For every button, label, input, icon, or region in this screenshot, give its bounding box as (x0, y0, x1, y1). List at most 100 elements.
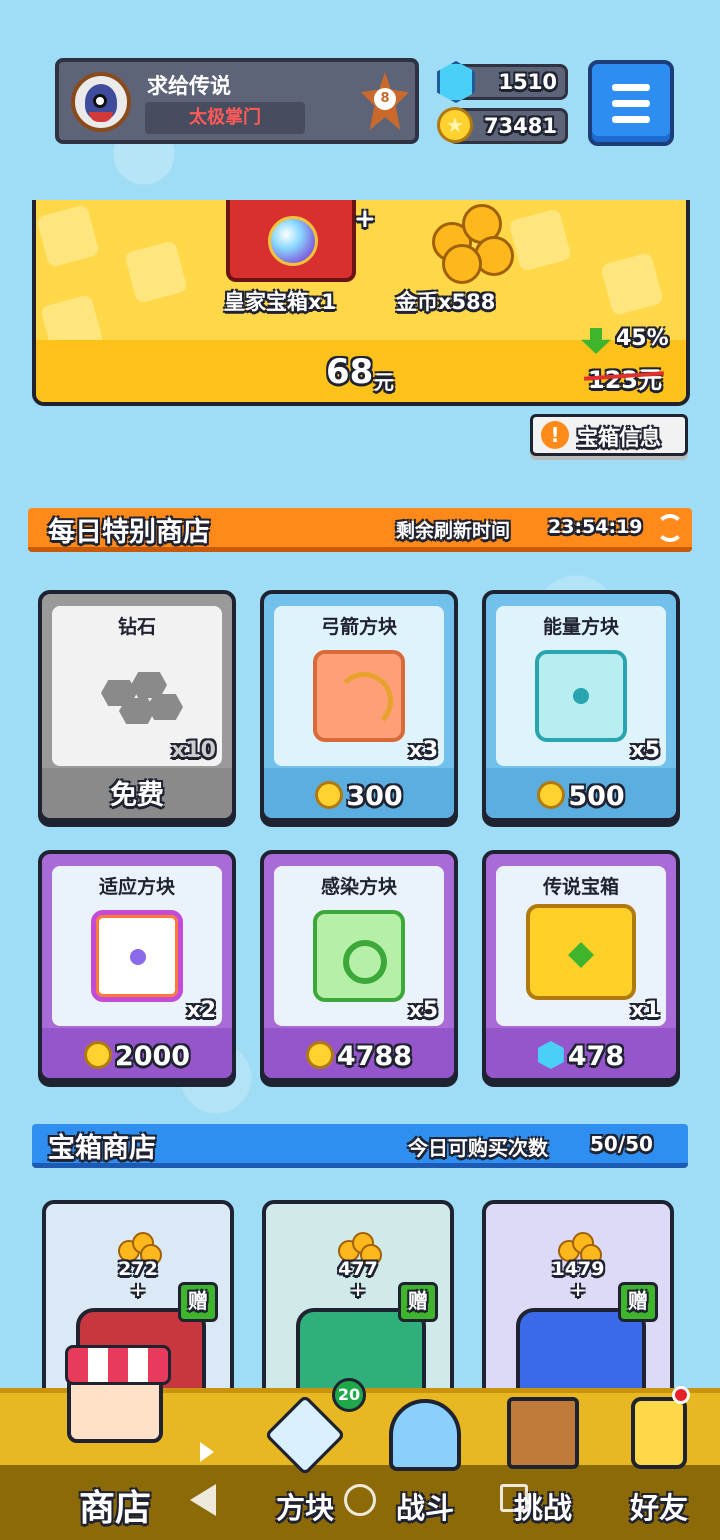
nav-tab-challenge[interactable]: 挑战 (488, 1393, 598, 1540)
shop-item-diamond[interactable]: 钻石 x10 免费 (38, 590, 236, 822)
discount-percent: 45% (616, 326, 669, 351)
refresh-icon[interactable] (656, 514, 684, 542)
offer-item-label: 皇家宝箱x1 (224, 290, 337, 314)
item-quantity: x2 (186, 998, 217, 1023)
item-quantity: x5 (630, 738, 661, 763)
gem-icon (437, 61, 475, 103)
shield-sword-icon (389, 1399, 461, 1471)
chest-orb (268, 216, 318, 266)
diamond-ore-icon (91, 650, 183, 742)
menu-line-icon (612, 116, 650, 123)
item-name: 感染方块 (320, 876, 397, 898)
nav-label: 战斗 (395, 1491, 454, 1525)
dice-decoration (124, 240, 188, 304)
player-name: 求给传说 (147, 74, 231, 98)
nav-tab-battle[interactable]: 战斗 (370, 1393, 480, 1540)
chest-info-button[interactable]: ! 宝箱信息 (530, 414, 688, 456)
item-name: 钻石 (117, 616, 156, 638)
rank-number: 8 (374, 88, 396, 110)
system-back-icon[interactable] (190, 1484, 216, 1516)
dice-decoration (600, 252, 664, 316)
item-name: 弓箭方块 (320, 616, 397, 638)
chest-coin-amount: 272 (118, 1258, 158, 1280)
info-icon: ! (541, 421, 569, 449)
offer-price: 68 (326, 352, 374, 392)
chest-offer-3[interactable]: 1479 + 赠 (482, 1200, 674, 1420)
offer-price-unit: 元 (374, 370, 394, 394)
coin-icon (305, 1041, 334, 1069)
gem-count: 1510 (498, 70, 557, 94)
price-value: 4788 (336, 1041, 413, 1072)
adapt-block-icon (91, 910, 183, 1002)
item-quantity: x3 (408, 738, 439, 763)
item-quantity: x10 (171, 738, 216, 763)
item-quantity: x5 (408, 998, 439, 1023)
system-recents-icon[interactable] (500, 1484, 528, 1512)
item-price: 4788 (264, 1041, 454, 1072)
avatar-mouth (89, 112, 113, 122)
coin-pile-icon (422, 200, 522, 284)
chest-shop-title: 宝箱商店 (48, 1133, 156, 1164)
bow-block-icon (313, 650, 405, 742)
menu-button[interactable] (588, 60, 674, 146)
legend-chest-icon (526, 904, 636, 1000)
price-value: 478 (567, 1041, 625, 1072)
shop-item-adapt-block[interactable]: 适应方块 x2 2000 (38, 850, 236, 1082)
price-value: 2000 (114, 1041, 191, 1072)
shop-item-bow-block[interactable]: 弓箭方块 x3 300 (260, 590, 458, 822)
item-quantity: x1 (630, 998, 661, 1023)
daily-shop-header: 每日特别商店 剩余刷新时间 23:54:19 (28, 508, 692, 552)
coin-balance[interactable]: ★ 73481 (437, 107, 568, 144)
player-profile-panel[interactable]: 求给传说 太极掌门 8 (55, 58, 419, 144)
coin-icon (315, 781, 344, 809)
nav-label: 商店 (78, 1488, 151, 1529)
nav-label: 方块 (275, 1491, 334, 1525)
coin-icon (83, 1041, 112, 1069)
bottom-navigation: 商店 方块 战斗 挑战 好友 (0, 1345, 720, 1540)
coin-icon: ★ (437, 107, 473, 143)
coin-icon (537, 781, 566, 809)
purchase-limit-label: 今日可购买次数 (408, 1136, 548, 1160)
item-price: 2000 (42, 1041, 232, 1072)
energy-block-icon (535, 650, 627, 742)
shop-item-legend-chest[interactable]: 传说宝箱 x1 478 (482, 850, 680, 1082)
play-arrow-icon[interactable] (200, 1442, 214, 1462)
price-value: 300 (346, 781, 403, 812)
nav-tab-shop[interactable]: 商店 (40, 1345, 190, 1540)
item-name: 传说宝箱 (542, 876, 619, 898)
avatar-eye (93, 94, 107, 108)
nav-tab-blocks[interactable]: 方块 (250, 1393, 360, 1540)
item-name: 能量方块 (542, 616, 619, 638)
shop-stall-icon (65, 1345, 171, 1443)
block-cube-icon (264, 1394, 346, 1476)
friend-character-icon (631, 1397, 687, 1469)
purchase-limit-value: 50/50 (590, 1132, 653, 1156)
menu-line-icon (612, 84, 650, 91)
blocks-count-badge: 20 (332, 1378, 366, 1412)
royal-chest-icon (226, 200, 356, 282)
gem-icon (537, 1041, 564, 1069)
castle-gate-icon (507, 1397, 579, 1469)
gift-badge: 赠 (618, 1282, 658, 1322)
offer-item-label: 金币x588 (396, 290, 496, 314)
gem-balance[interactable]: 1510 (437, 61, 568, 103)
system-home-icon[interactable] (344, 1484, 376, 1516)
notification-dot (672, 1386, 690, 1404)
plus-sign: + (354, 204, 376, 234)
item-price: 免费 (110, 780, 164, 811)
featured-offer-banner[interactable]: + 皇家宝箱x1 金币x588 68 元 45% 123元 (32, 200, 690, 406)
infect-block-icon (313, 910, 405, 1002)
player-avatar[interactable] (71, 72, 131, 132)
dice-decoration (36, 204, 100, 268)
shop-item-energy-block[interactable]: 能量方块 x5 500 (482, 590, 680, 822)
item-price: 300 (264, 781, 454, 812)
item-price: 500 (486, 781, 676, 812)
chest-info-label: 宝箱信息 (577, 426, 661, 450)
nav-label: 好友 (629, 1491, 688, 1525)
player-title: 太极掌门 (145, 102, 305, 134)
price-value: 500 (568, 781, 625, 812)
nav-tab-friends[interactable]: 好友 (604, 1393, 714, 1540)
refresh-countdown: 23:54:19 (548, 516, 643, 538)
item-price: 478 (486, 1041, 676, 1072)
shop-item-infect-block[interactable]: 感染方块 x5 4788 (260, 850, 458, 1082)
